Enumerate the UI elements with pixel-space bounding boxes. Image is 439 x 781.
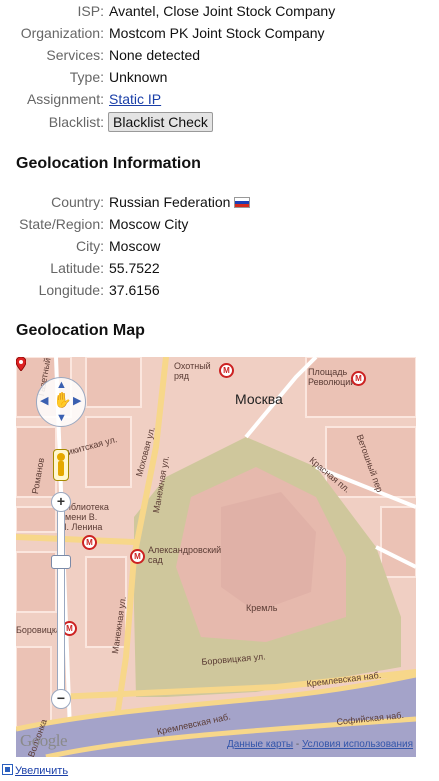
region-value: Moscow City	[109, 216, 189, 232]
city-label: City:	[76, 238, 104, 254]
latitude-label: Latitude:	[50, 260, 104, 276]
map-footer: Данные карты - Условия использования	[227, 739, 413, 750]
enlarge-link[interactable]: Увеличить	[15, 765, 68, 777]
metro-icon: M	[82, 535, 97, 550]
latitude-value: 55.7522	[109, 260, 160, 276]
assignment-row: Assignment: Static IP	[0, 88, 439, 110]
city-row: City: Moscow	[0, 235, 439, 257]
isp-label: ISP:	[77, 3, 104, 19]
country-row: Country: Russian Federation	[0, 191, 439, 213]
geolocation-info-title: Geolocation Information	[16, 155, 201, 172]
services-row: Services: None detected	[0, 44, 439, 66]
organization-label: Organization:	[20, 25, 104, 41]
services-label: Services:	[46, 47, 104, 63]
zoom-slider-thumb[interactable]	[51, 555, 71, 569]
isp-row: ISP: Avantel, Close Joint Stock Company	[0, 0, 439, 22]
city-value: Moscow	[109, 238, 161, 254]
map-label-okhotny: Охотный ряд	[174, 361, 211, 381]
latitude-row: Latitude: 55.7522	[0, 257, 439, 279]
zoom-in-button[interactable]: +	[51, 492, 71, 512]
type-row: Type: Unknown	[0, 66, 439, 88]
services-value: None detected	[109, 47, 201, 63]
region-row: State/Region: Moscow City	[0, 213, 439, 235]
longitude-value: 37.6156	[109, 282, 160, 298]
organization-value: Mostcom PK Joint Stock Company	[109, 25, 325, 41]
pan-up-icon[interactable]: ▲	[56, 380, 67, 391]
google-logo: Google	[20, 731, 68, 750]
location-marker-icon[interactable]	[16, 357, 26, 371]
pan-control[interactable]: ▲ ▼ ◀ ▶ ✋	[36, 377, 86, 427]
metro-icon: M	[351, 371, 366, 386]
blacklist-check-button[interactable]: Blacklist Check	[108, 112, 213, 132]
pan-left-icon[interactable]: ◀	[40, 396, 48, 407]
isp-value: Avantel, Close Joint Stock Company	[109, 3, 336, 19]
country-value: Russian Federation	[109, 194, 231, 210]
map-label-ploshad: Площадь Революции	[308, 367, 356, 387]
type-value: Unknown	[109, 69, 168, 85]
russia-flag-icon	[234, 197, 251, 208]
zoom-out-button[interactable]: −	[51, 689, 71, 709]
hand-icon[interactable]: ✋	[53, 392, 72, 410]
blacklist-row: Blacklist: Blacklist Check	[0, 110, 439, 136]
pan-down-icon[interactable]: ▼	[56, 413, 67, 424]
static-ip-link[interactable]: Static IP	[109, 91, 161, 107]
geolocation-map[interactable]: Москва Охотный ряд Площадь Революции Вет…	[16, 357, 416, 757]
map-city-label: Москва	[235, 391, 283, 407]
type-label: Type:	[69, 69, 104, 85]
country-value-wrap: Russian Federation	[109, 191, 251, 213]
terms-of-use-link[interactable]: Условия использования	[302, 739, 413, 750]
longitude-row: Longitude: 37.6156	[0, 279, 439, 301]
map-data-link[interactable]: Данные карты	[227, 739, 293, 750]
pan-right-icon[interactable]: ▶	[73, 396, 81, 407]
metro-icon: M	[219, 363, 234, 378]
longitude-label: Longitude:	[38, 282, 104, 298]
map-label-kreml: Кремль	[246, 603, 278, 613]
country-label: Country:	[51, 194, 104, 210]
region-label: State/Region:	[19, 216, 104, 232]
geolocation-map-title: Geolocation Map	[16, 322, 145, 339]
organization-row: Organization: Mostcom PK Joint Stock Com…	[0, 22, 439, 44]
assignment-value: Static IP	[109, 88, 161, 110]
assignment-label: Assignment:	[26, 91, 104, 107]
blacklist-label: Blacklist:	[48, 114, 104, 130]
zoom-slider-track[interactable]	[57, 499, 65, 697]
enlarge-container: Увеличить	[2, 764, 68, 777]
map-footer-separator: -	[293, 739, 302, 750]
metro-icon: M	[130, 549, 145, 564]
street-view-pegman-icon[interactable]	[53, 449, 69, 481]
enlarge-icon[interactable]	[2, 764, 13, 775]
map-label-alexandrovsky: Александровский сад	[148, 545, 222, 565]
